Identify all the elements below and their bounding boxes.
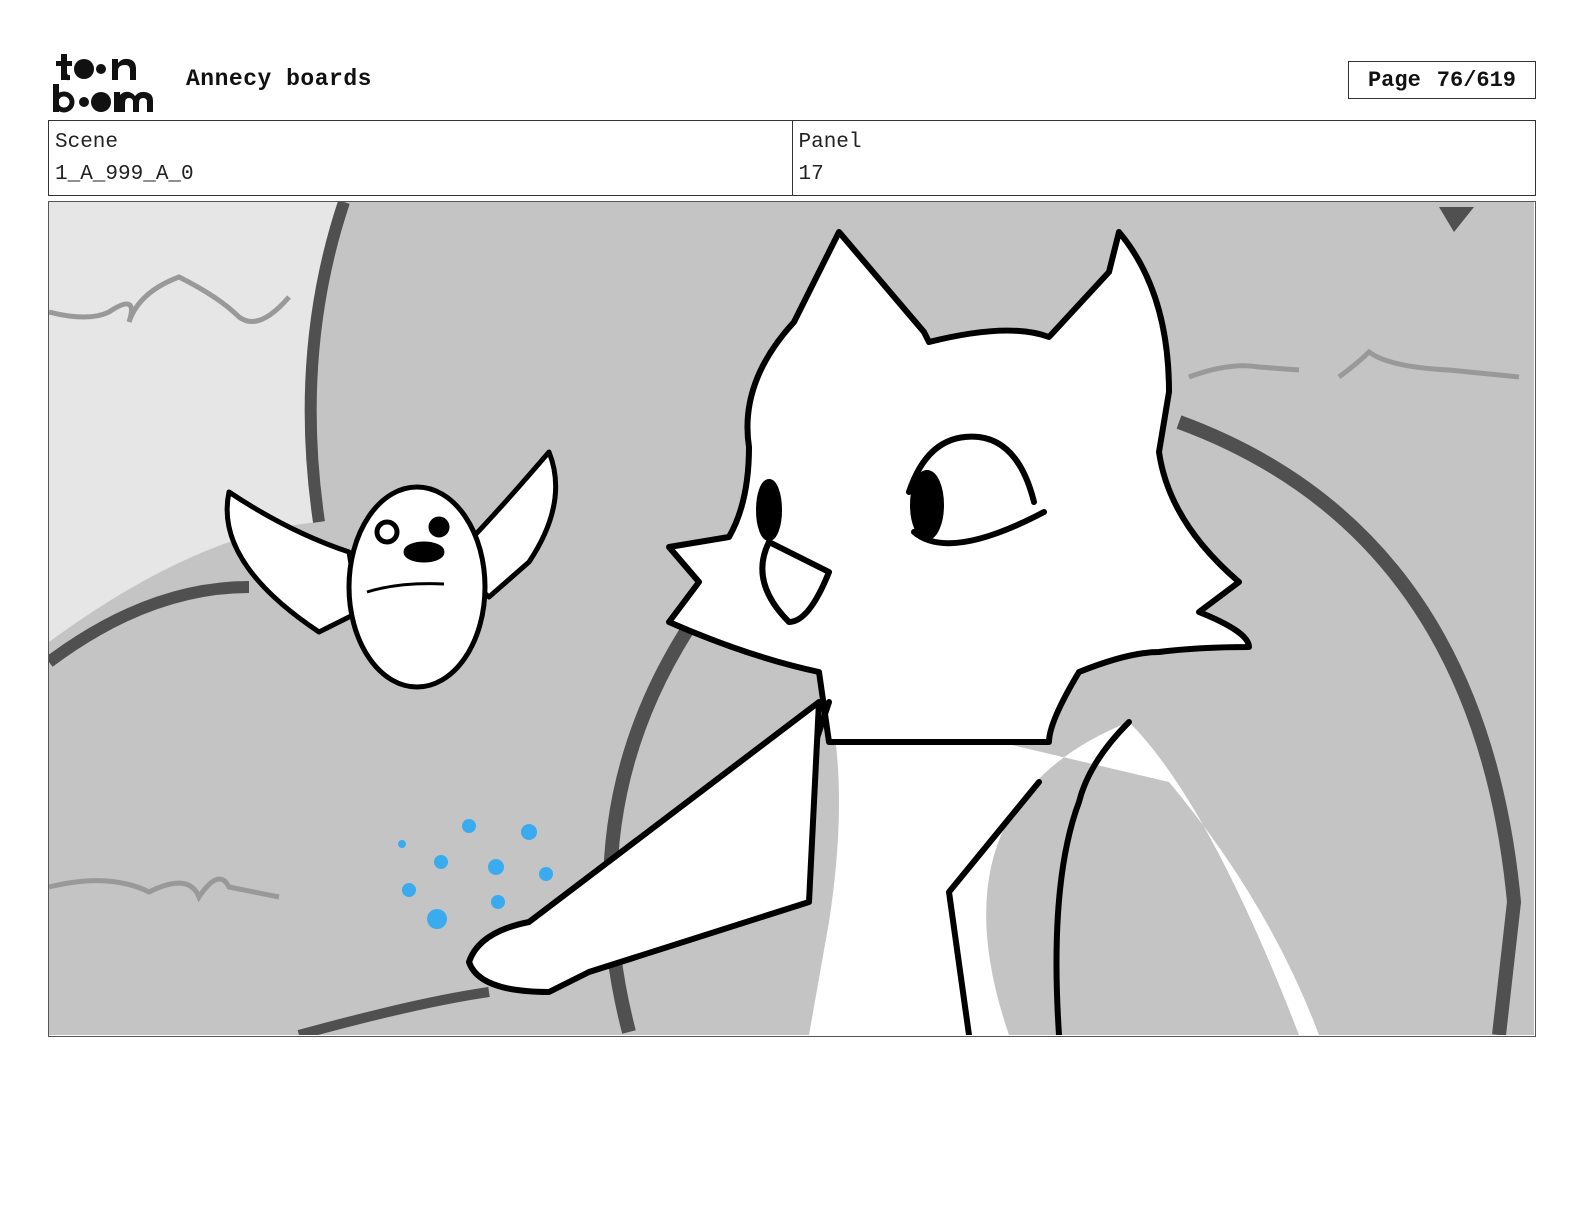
page-label: Page <box>1367 67 1421 93</box>
panel-value: 17 <box>798 163 824 186</box>
panel-label: Panel <box>798 131 862 154</box>
toonboom-logo <box>50 50 164 114</box>
panel-drawing <box>49 202 1534 1035</box>
page-number: 76/619 <box>1436 67 1517 93</box>
document-title: Annecy boards <box>186 66 372 92</box>
scene-panel-info: Scene 1_A_999_A_0 Panel 17 <box>48 120 1536 196</box>
toonboom-logo-mark <box>53 54 153 113</box>
storyboard-panel <box>48 201 1536 1037</box>
scene-cell: Scene 1_A_999_A_0 <box>49 121 792 195</box>
scene-value: 1_A_999_A_0 <box>55 163 194 186</box>
panel-cell: Panel 17 <box>791 121 1536 195</box>
page-indicator: Page 76/619 <box>1348 61 1536 99</box>
scene-label: Scene <box>55 131 119 154</box>
